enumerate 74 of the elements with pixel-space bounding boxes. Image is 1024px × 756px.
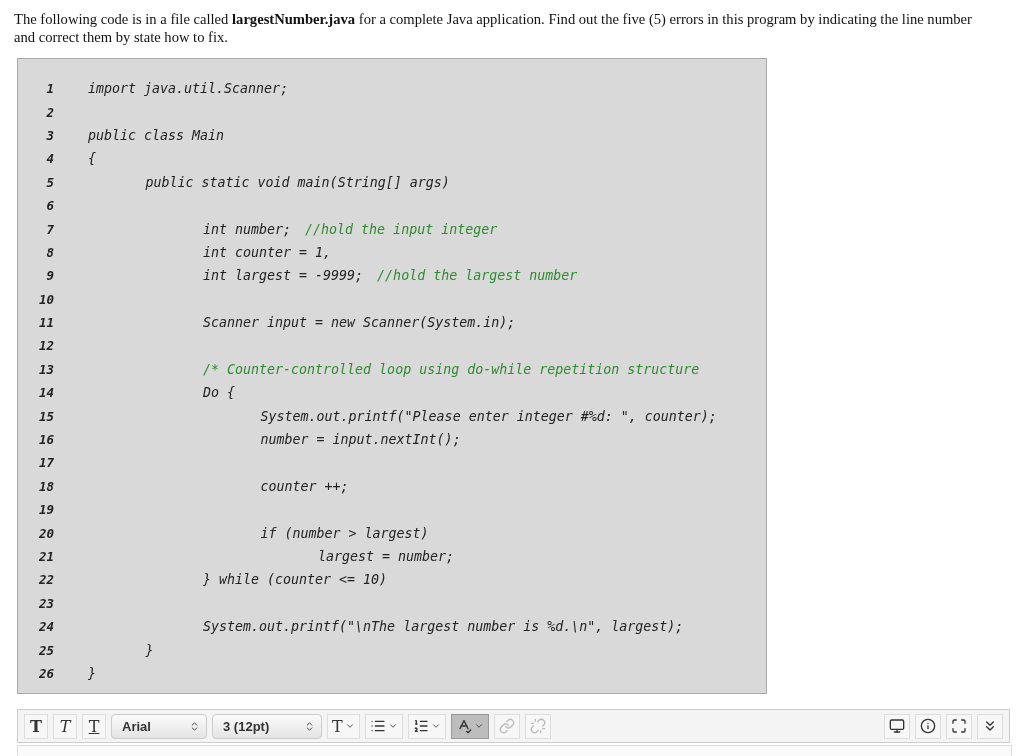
line-number: 17 xyxy=(37,455,54,471)
line-number: 8 xyxy=(45,244,54,260)
bullet-list-button[interactable] xyxy=(364,713,403,739)
underline-button[interactable]: T xyxy=(82,713,106,739)
code-text: int number; xyxy=(203,221,292,237)
line-number: 15 xyxy=(37,408,54,424)
code-text: public class Main xyxy=(88,127,225,143)
line-number: 6 xyxy=(45,198,54,214)
updown-icon xyxy=(304,720,315,732)
link-icon xyxy=(498,718,515,734)
line-number: 10 xyxy=(37,291,54,307)
code-text: } xyxy=(145,642,154,658)
dropdown-select[interactable]: Arial xyxy=(111,713,207,739)
line-number: 7 xyxy=(45,221,54,237)
line-number: 21 xyxy=(37,549,54,564)
info-icon xyxy=(920,718,936,734)
line-number: 16 xyxy=(37,432,54,448)
caret-icon xyxy=(387,721,398,731)
updown-icon xyxy=(189,720,200,732)
numbered-list-icon xyxy=(412,718,429,734)
broken-link-icon xyxy=(529,718,546,734)
fullscreen-icon xyxy=(951,718,967,734)
caret-icon xyxy=(344,721,355,731)
bold-button[interactable]: T xyxy=(24,713,48,739)
code-text: public static void main(String[] args) xyxy=(145,174,450,190)
line-number: 22 xyxy=(37,572,54,588)
line-number: 3 xyxy=(45,127,54,143)
line-number: 9 xyxy=(45,268,54,284)
code-text: counter ++; xyxy=(260,478,349,494)
code-text: import java.util.Scanner; xyxy=(88,81,289,97)
line-number: 19 xyxy=(37,502,54,518)
bullet-list-icon xyxy=(369,718,386,734)
code-text: if (number > largest) xyxy=(260,525,429,541)
line-number: 12 xyxy=(37,338,54,354)
monitor-icon xyxy=(889,718,905,734)
code-comment: /* Counter-controlled loop using do-while repetition structure xyxy=(203,361,700,377)
line-number: 4 xyxy=(45,151,54,167)
caret-icon xyxy=(430,721,441,731)
info-button[interactable] xyxy=(915,713,941,739)
text-color-button[interactable]: T xyxy=(327,713,360,739)
code-comment: //hold the largest number xyxy=(377,268,578,284)
code-text: } xyxy=(88,665,96,681)
code-text: int counter = 1, xyxy=(203,244,332,260)
line-number: 20 xyxy=(37,525,54,541)
code-text: Do { xyxy=(203,385,236,401)
italic-button[interactable]: T xyxy=(53,713,77,739)
double-chevron-button[interactable] xyxy=(977,713,1003,739)
line-number: 18 xyxy=(37,478,54,494)
line-number: 24 xyxy=(37,619,54,635)
line-number: 11 xyxy=(37,315,54,331)
code-text: number = input.nextInt(); xyxy=(260,432,461,448)
caret-icon xyxy=(473,721,484,731)
line-number: 25 xyxy=(37,642,54,658)
line-number: 13 xyxy=(37,361,54,377)
fullscreen-button[interactable] xyxy=(946,713,972,739)
line-number: 1 xyxy=(45,81,54,97)
monitor-button[interactable] xyxy=(884,713,910,739)
dropdown-select[interactable]: 3 (12pt) xyxy=(212,713,322,739)
code-text: } while (counter <= 10) xyxy=(203,572,388,588)
spellcheck-button[interactable] xyxy=(450,713,489,739)
code-text: Scanner input = new Scanner(System.in); xyxy=(203,315,516,331)
code-text: System.out.printf("Please enter integer #%d: ", counter); xyxy=(260,408,717,424)
numbered-list-button[interactable] xyxy=(407,713,446,739)
code-text: int largest = -9999; xyxy=(203,268,364,284)
line-number: 5 xyxy=(45,174,54,190)
code-text: System.out.printf("\nThe largest number is %d.\n", largest); xyxy=(203,619,684,635)
line-number: 14 xyxy=(37,385,54,401)
line-number: 26 xyxy=(37,665,54,681)
question-text: The following code is in a file called largestNumber.java for a complete Java application. Find out the five (5) errors in this program by indicating the line number and correct them by state how to fix. xyxy=(14,10,973,46)
code-text: largest = number; xyxy=(318,549,455,564)
code-comment: //hold the input integer xyxy=(305,221,498,237)
code-text: { xyxy=(88,151,96,167)
line-number: 2 xyxy=(45,104,54,120)
line-number: 23 xyxy=(37,595,54,611)
